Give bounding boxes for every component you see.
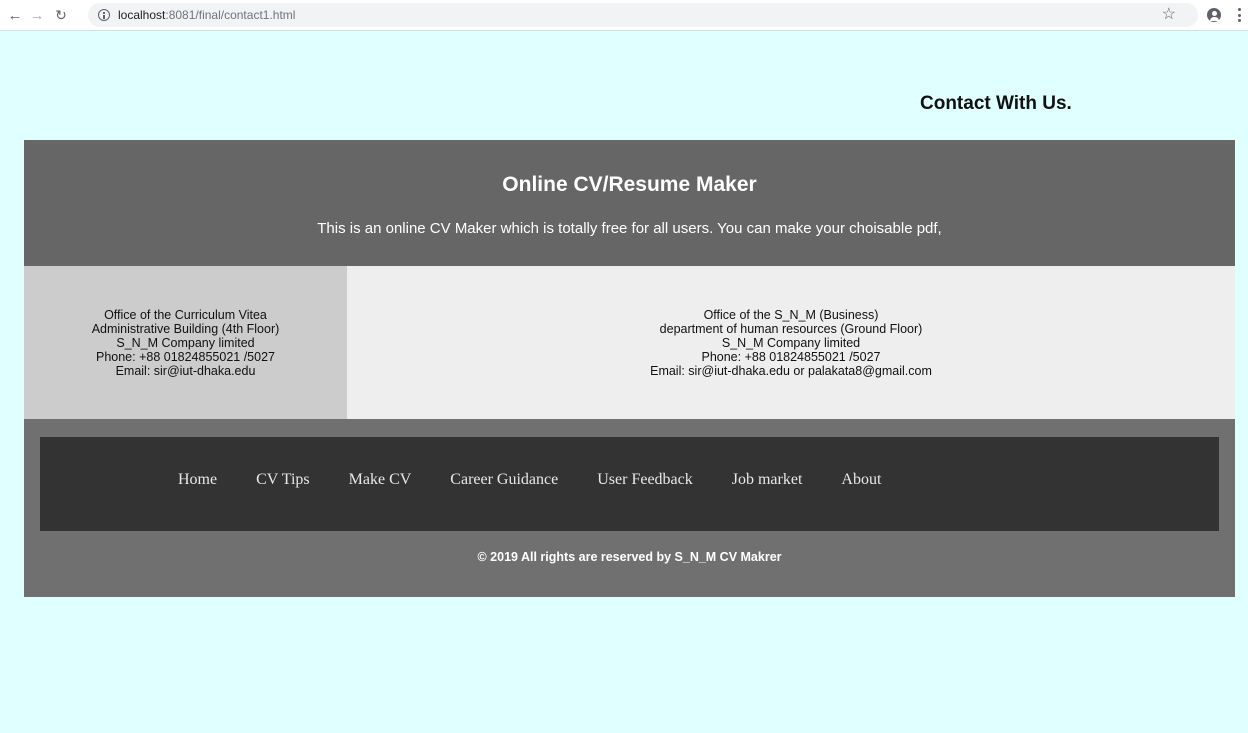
office-right-line: Office of the S_N_M (Business) <box>703 307 879 322</box>
back-arrow-icon[interactable]: ← <box>6 6 24 24</box>
url-host: localhost <box>118 8 166 22</box>
nav-make-cv[interactable]: Make CV <box>349 471 412 489</box>
banner: Online CV/Resume Maker This is an online… <box>24 140 1235 266</box>
office-left-line: Phone: +88 01824855021 /5027 <box>95 349 275 364</box>
nav-list: Home CV Tips Make CV Career Guidance Use… <box>178 471 920 489</box>
office-left-line: Email: sir@iut-dhaka.edu <box>115 363 256 378</box>
star-icon[interactable]: ☆ <box>1162 4 1176 24</box>
office-left-line: Office of the Curriculum Vitea <box>104 307 267 322</box>
offices-section: Office of the Curriculum Vitea Administr… <box>24 266 1235 419</box>
banner-description: This is an online CV Maker which is tota… <box>317 220 942 237</box>
office-right-line: Email: sir@iut-dhaka.edu or palakata8@gm… <box>650 363 932 378</box>
footer-navbar: Home CV Tips Make CV Career Guidance Use… <box>40 437 1219 531</box>
nav-home[interactable]: Home <box>178 471 217 489</box>
banner-title: Online CV/Resume Maker <box>502 173 757 196</box>
office-right-line: department of human resources (Ground Fl… <box>659 321 923 336</box>
footer: Home CV Tips Make CV Career Guidance Use… <box>24 419 1235 597</box>
address-bar[interactable]: localhost:8081/final/contact1.html ☆ <box>88 3 1198 27</box>
office-left-line: Administrative Building (4th Floor) <box>91 321 280 336</box>
office-left: Office of the Curriculum Vitea Administr… <box>24 266 347 419</box>
profile-icon[interactable] <box>1207 8 1221 22</box>
office-right: Office of the S_N_M (Business) departmen… <box>347 266 1235 419</box>
menu-dots-icon[interactable] <box>1238 8 1241 22</box>
office-right-line: Phone: +88 01824855021 /5027 <box>701 349 881 364</box>
nav-user-feedback[interactable]: User Feedback <box>597 471 693 489</box>
url-path: :8081/final/contact1.html <box>165 8 296 22</box>
forward-arrow-icon[interactable]: → <box>28 6 46 24</box>
nav-job-market[interactable]: Job market <box>732 471 803 489</box>
browser-toolbar: ← → ↻ localhost:8081/final/contact1.html… <box>0 0 1248 31</box>
contact-heading: Contact With Us. <box>920 93 1072 114</box>
nav-cv-tips[interactable]: CV Tips <box>256 471 310 489</box>
office-left-line: S_N_M Company limited <box>116 335 255 350</box>
url-text[interactable]: localhost:8081/final/contact1.html <box>118 8 295 22</box>
reload-icon[interactable]: ↻ <box>52 6 70 24</box>
office-right-line: S_N_M Company limited <box>721 335 861 350</box>
nav-about[interactable]: About <box>841 471 881 489</box>
nav-career-guidance[interactable]: Career Guidance <box>450 471 558 489</box>
copyright-text: © 2019 All rights are reserved by S_N_M … <box>477 550 782 564</box>
info-icon[interactable] <box>98 9 110 21</box>
